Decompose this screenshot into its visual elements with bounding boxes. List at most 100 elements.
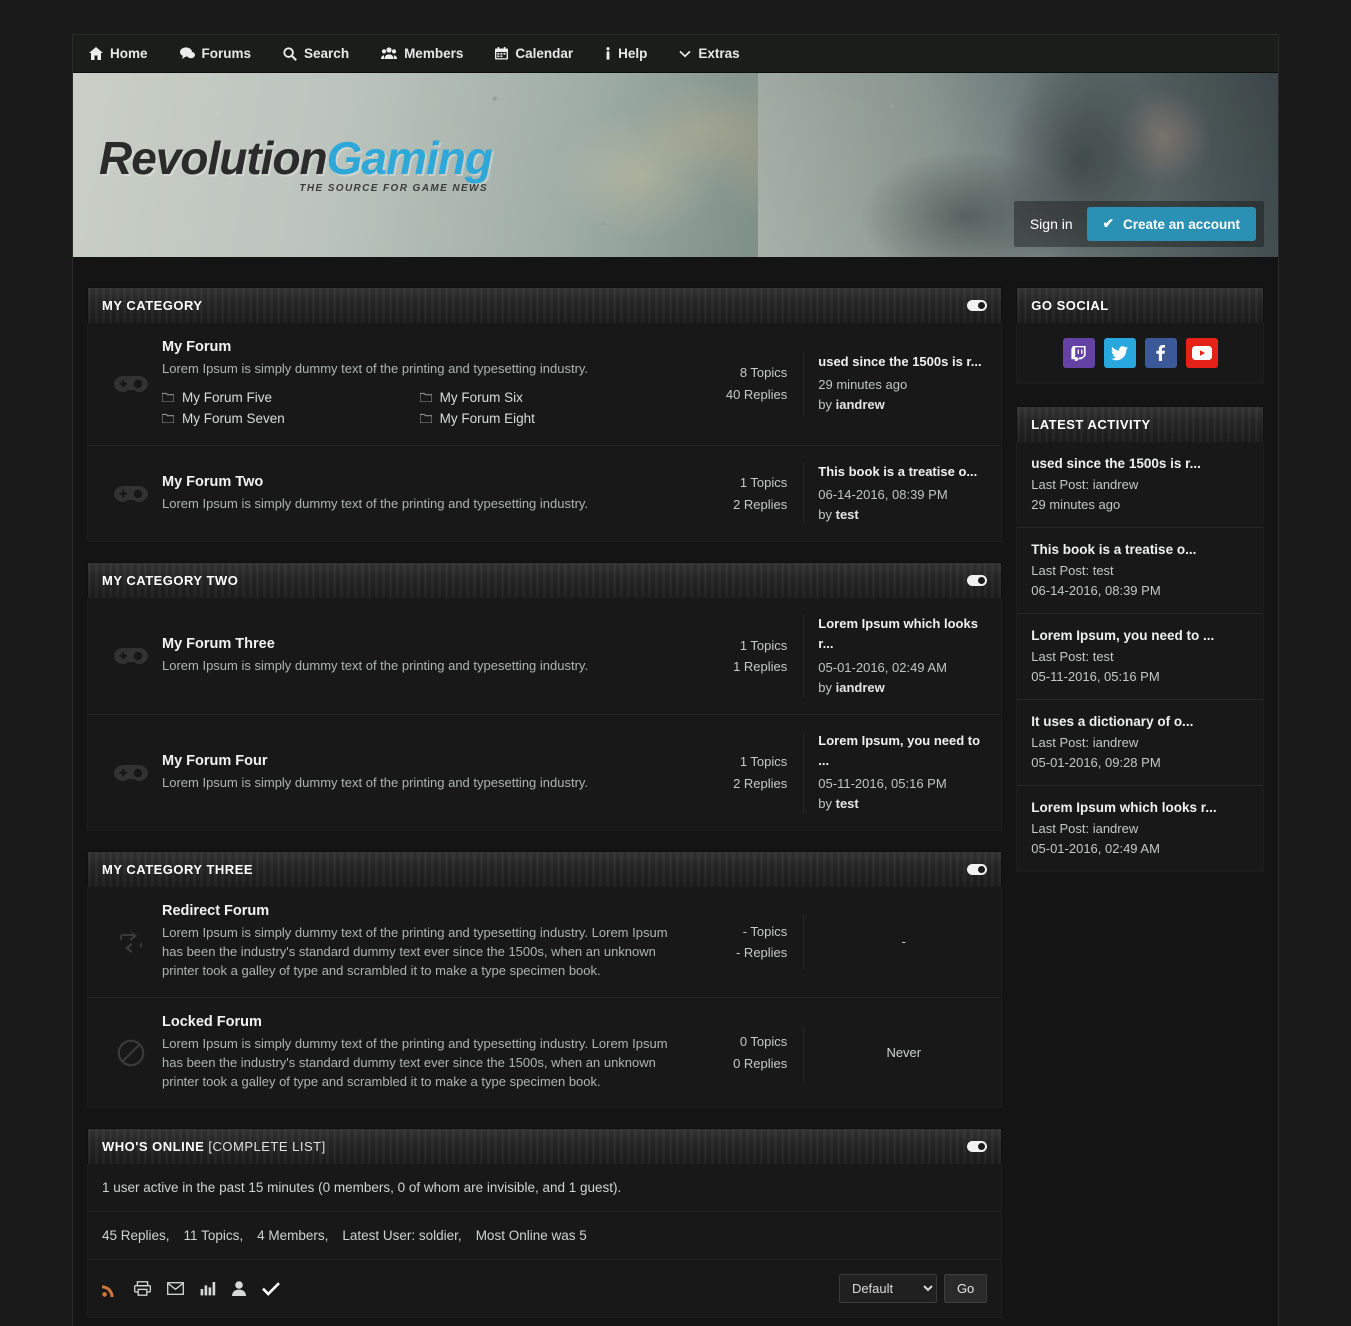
check-icon[interactable] bbox=[262, 1282, 280, 1296]
activity-item[interactable]: It uses a dictionary of o... Last Post: i… bbox=[1017, 700, 1263, 786]
rss-icon[interactable] bbox=[102, 1281, 118, 1297]
latest-activity-body: used since the 1500s is r... Last Post: i… bbox=[1016, 442, 1264, 872]
facebook-icon bbox=[1156, 345, 1166, 361]
activity-title[interactable]: Lorem Ipsum which looks r... bbox=[1031, 800, 1249, 815]
whos-online-collapse-toggle[interactable] bbox=[967, 1141, 988, 1153]
last-post-title[interactable]: Lorem Ipsum which looks r... bbox=[818, 614, 989, 654]
go-button[interactable]: Go bbox=[943, 1274, 988, 1304]
subforum-link[interactable]: My Forum Eight bbox=[419, 408, 678, 429]
go-social-header: GO SOCIAL bbox=[1016, 287, 1264, 323]
category-collapse-toggle[interactable] bbox=[967, 864, 988, 876]
social-button-twitch[interactable] bbox=[1062, 338, 1095, 368]
site-stats-row: 45 Replies, 11 Topics, 4 Members, Latest Us… bbox=[88, 1212, 1002, 1261]
forum-last-post: This book is a treatise o... 06-14-2016, … bbox=[803, 461, 989, 526]
activity-title[interactable]: Lorem Ipsum, you need to ... bbox=[1031, 628, 1249, 643]
subforum-link[interactable]: My Forum Five bbox=[162, 387, 420, 408]
forum-row[interactable]: My Forum Lorem Ipsum is simply dummy text… bbox=[88, 323, 1002, 446]
create-account-button[interactable]: ✔ Create an account bbox=[1086, 207, 1256, 241]
nav-item-members[interactable]: Members bbox=[381, 35, 481, 73]
last-post-title[interactable]: This book is a treatise o... bbox=[818, 462, 989, 482]
category-collapse-toggle[interactable] bbox=[967, 575, 988, 587]
last-post-username[interactable]: iandrew bbox=[836, 397, 885, 412]
active-users-line: 1 user active in the past 15 minutes (0 … bbox=[88, 1164, 1002, 1213]
forum-last-post: used since the 1500s is r... 29 minutes a… bbox=[803, 352, 989, 416]
go-social-title: GO SOCIAL bbox=[1031, 298, 1109, 313]
social-button-youtube[interactable] bbox=[1185, 338, 1218, 368]
nav-item-extras[interactable]: Extras bbox=[679, 35, 757, 73]
latest-activity-header: LATEST ACTIVITY bbox=[1016, 406, 1264, 442]
category-body: Redirect Forum Lorem Ipsum is simply dumm… bbox=[87, 887, 1003, 1109]
social-button-facebook[interactable] bbox=[1144, 338, 1177, 368]
sign-in-link[interactable]: Sign in bbox=[1030, 216, 1073, 232]
stats-icon[interactable] bbox=[200, 1281, 216, 1296]
page-root: Home Forums Search Members Calendar Help Extra… bbox=[0, 0, 1351, 1326]
last-post-username[interactable]: test bbox=[836, 507, 859, 522]
nav-item-label: Help bbox=[618, 46, 648, 61]
nav-item-label: Forums bbox=[201, 46, 252, 61]
user-icon[interactable] bbox=[232, 1281, 246, 1297]
forum-stats: 1 Topics 2 Replies bbox=[691, 472, 803, 515]
nav-item-label: Calendar bbox=[515, 46, 574, 61]
activity-title[interactable]: It uses a dictionary of o... bbox=[1031, 714, 1249, 729]
folder-icon bbox=[162, 392, 174, 403]
subforum-link[interactable]: My Forum Seven bbox=[162, 408, 420, 429]
forum-row[interactable]: Redirect Forum Lorem Ipsum is simply dumm… bbox=[88, 887, 1002, 998]
activity-item[interactable]: Lorem Ipsum, you need to ... Last Post: t… bbox=[1017, 614, 1263, 700]
nav-item-label: Members bbox=[404, 46, 464, 61]
activity-title[interactable]: used since the 1500s is r... bbox=[1031, 456, 1249, 471]
logo-text-primary: Revolution bbox=[99, 132, 328, 184]
last-post-username[interactable]: test bbox=[836, 796, 859, 811]
nav-item-label: Home bbox=[110, 46, 148, 61]
forum-row[interactable]: My Forum Four Lorem Ipsum is simply dummy… bbox=[88, 715, 1001, 831]
go-social-body bbox=[1016, 323, 1264, 384]
forum-row[interactable]: My Forum Two Lorem Ipsum is simply dummy … bbox=[88, 446, 1001, 541]
forum-name[interactable]: Redirect Forum bbox=[162, 903, 677, 919]
subforum-link[interactable]: My Forum Six bbox=[419, 387, 678, 408]
forum-last-post: Never bbox=[803, 1024, 989, 1081]
sidebar-column: GO SOCIAL LATEST ACTIVITY used since the 1… bbox=[1016, 287, 1264, 1326]
category-header: MY CATEGORY TWO bbox=[87, 562, 1003, 599]
category-collapse-toggle[interactable] bbox=[967, 300, 988, 311]
site-logo[interactable]: RevolutionGaming THE SOURCE FOR GAME NEW… bbox=[99, 132, 493, 194]
nav-item-home[interactable]: Home bbox=[89, 35, 166, 73]
print-icon[interactable] bbox=[134, 1281, 151, 1297]
activity-item[interactable]: Lorem Ipsum which looks r... Last Post: i… bbox=[1017, 786, 1263, 871]
last-post-date: 29 minutes ago bbox=[818, 377, 908, 393]
forum-footer-bar: Default Go bbox=[88, 1260, 1001, 1317]
category-body: My Forum Three Lorem Ipsum is simply dumm… bbox=[87, 598, 1003, 832]
nav-item-help[interactable]: Help bbox=[605, 35, 665, 73]
activity-date: 05-11-2016, 05:16 PM bbox=[1031, 668, 1160, 684]
social-button-twitter[interactable] bbox=[1103, 338, 1136, 368]
site-stat: 11 Topics, bbox=[183, 1228, 244, 1244]
activity-last-post: Last Post: iandrew bbox=[1031, 477, 1139, 492]
whos-online-complete-list-link[interactable]: [COMPLETE LIST] bbox=[208, 1139, 325, 1154]
forum-stats: 1 Topics 2 Replies bbox=[691, 751, 803, 794]
forum-info: Redirect Forum Lorem Ipsum is simply dumm… bbox=[162, 903, 691, 981]
nav-item-calendar[interactable]: Calendar bbox=[495, 35, 591, 73]
forum-row[interactable]: My Forum Three Lorem Ipsum is simply dumm… bbox=[88, 598, 1002, 715]
forum-reply-count: 1 Replies bbox=[733, 659, 788, 675]
last-post-title[interactable]: Lorem Ipsum, you need to ... bbox=[818, 731, 989, 771]
activity-item[interactable]: used since the 1500s is r... Last Post: i… bbox=[1017, 442, 1263, 528]
forum-category: MY CATEGORY TWO My Forum Three Lorem Ipsum… bbox=[87, 562, 1003, 832]
forum-row[interactable]: Locked Forum Lorem Ipsum is simply dummy … bbox=[88, 998, 1001, 1108]
activity-item[interactable]: This book is a treatise o... Last Post: t… bbox=[1017, 528, 1263, 614]
forum-topic-count: 8 Topics bbox=[739, 365, 788, 381]
nav-item-forums[interactable]: Forums bbox=[179, 35, 270, 73]
forum-name[interactable]: Locked Forum bbox=[162, 1014, 677, 1030]
mail-icon[interactable] bbox=[167, 1282, 184, 1296]
activity-title[interactable]: This book is a treatise o... bbox=[1031, 542, 1249, 557]
subforum-label: My Forum Seven bbox=[182, 410, 285, 426]
last-post-by-prefix: by bbox=[818, 796, 836, 812]
nav-item-search[interactable]: Search bbox=[283, 35, 367, 73]
last-post-username[interactable]: iandrew bbox=[836, 680, 885, 695]
last-post-title[interactable]: used since the 1500s is r... bbox=[818, 352, 989, 372]
forum-name[interactable]: My Forum Four bbox=[162, 753, 677, 769]
theme-picker: Default Go bbox=[838, 1274, 988, 1304]
forum-name[interactable]: My Forum bbox=[162, 339, 677, 355]
forum-name[interactable]: My Forum Three bbox=[162, 636, 677, 652]
info-icon bbox=[605, 47, 611, 60]
theme-select[interactable]: Default bbox=[838, 1274, 937, 1304]
forum-name[interactable]: My Forum Two bbox=[162, 474, 677, 490]
content-area: MY CATEGORY My Forum Lorem Ipsum is simply… bbox=[73, 257, 1278, 1326]
